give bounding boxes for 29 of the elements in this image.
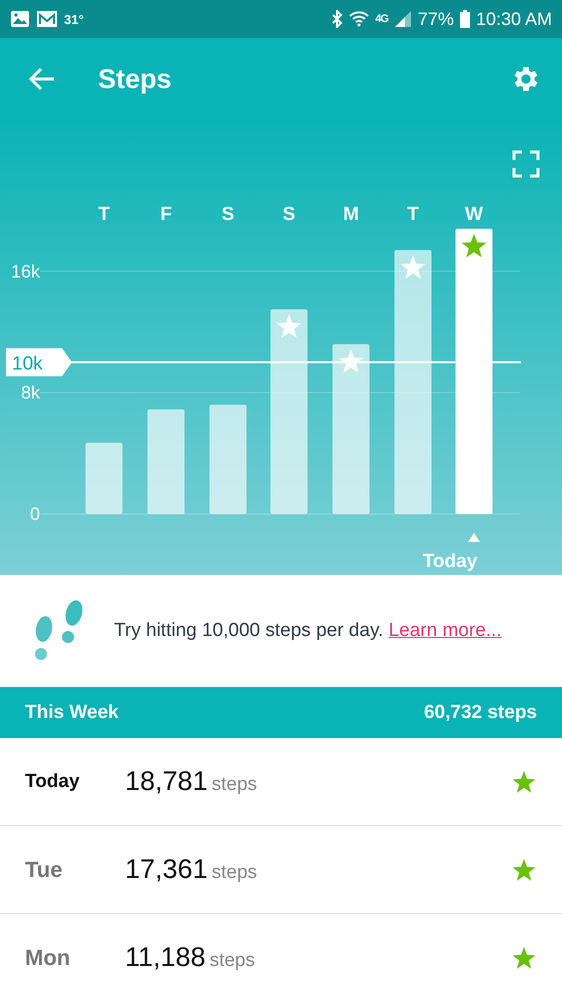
screen-title: Steps bbox=[98, 64, 173, 94]
day-label: T bbox=[98, 204, 110, 225]
day-label: W bbox=[465, 204, 483, 225]
steps-unit: steps bbox=[212, 862, 258, 884]
day-name: Today bbox=[25, 770, 81, 792]
day-name: Mon bbox=[25, 944, 72, 970]
day-label: S bbox=[282, 204, 296, 225]
week-total: 60,732 steps bbox=[424, 702, 537, 724]
day-name: Tue bbox=[25, 856, 64, 882]
step-count: 11,188 bbox=[125, 942, 206, 973]
day-label: S bbox=[222, 204, 234, 225]
day-label: T bbox=[407, 204, 419, 225]
axis-label: 16k bbox=[10, 261, 40, 282]
battery-percent-text: 77% bbox=[418, 8, 454, 30]
network-type-text: 4G bbox=[375, 13, 388, 25]
steps-unit: steps bbox=[212, 774, 258, 796]
step-count: 17,361 bbox=[125, 854, 208, 885]
axis-label: 0 bbox=[30, 504, 40, 524]
axis-label: 8k bbox=[20, 382, 40, 403]
goal-label: 10k bbox=[12, 353, 43, 374]
day-label: F bbox=[160, 204, 172, 225]
week-label: This Week bbox=[25, 702, 119, 724]
step-count: 18,781 bbox=[125, 766, 208, 797]
temperature-text: 31° bbox=[64, 12, 84, 26]
steps-unit: steps bbox=[210, 950, 255, 972]
tip-text: Try hitting 10,000 steps per day. Learn more... bbox=[114, 619, 502, 643]
day-label: M bbox=[343, 204, 359, 225]
clock-text: 10:30 AM bbox=[476, 8, 552, 30]
today-caption: Today bbox=[422, 551, 478, 572]
